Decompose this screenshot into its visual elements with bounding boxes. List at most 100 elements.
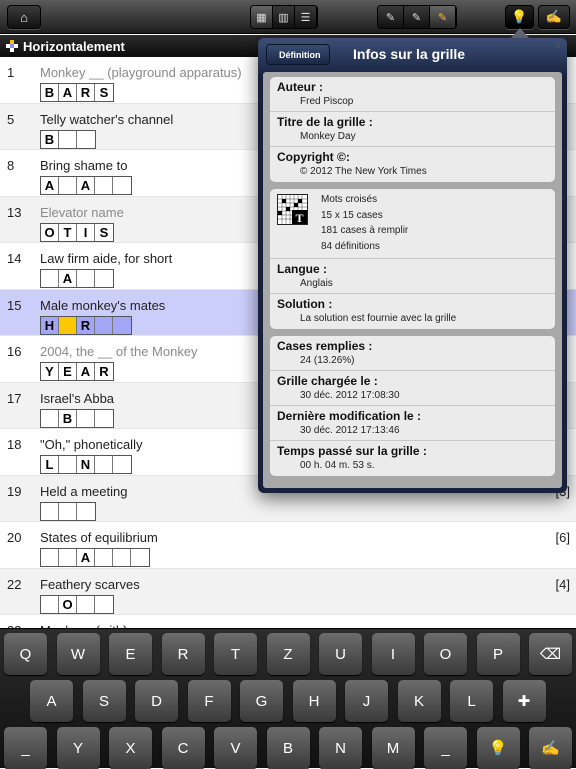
answer-cell[interactable] xyxy=(77,409,95,427)
key[interactable]: K xyxy=(397,680,441,722)
key[interactable]: Y xyxy=(56,727,100,769)
key[interactable]: H xyxy=(292,680,336,722)
answer-cell[interactable] xyxy=(77,270,95,287)
answer-cell[interactable]: B xyxy=(41,84,59,101)
answer-cells[interactable]: O xyxy=(40,594,114,614)
answer-cell[interactable] xyxy=(95,316,113,334)
list-view-icon[interactable]: ☰ xyxy=(295,6,317,28)
answer-cell[interactable]: O xyxy=(41,223,59,241)
key[interactable]: J xyxy=(345,680,388,722)
answer-cell[interactable]: O xyxy=(59,595,77,613)
answer-cell[interactable] xyxy=(131,549,149,566)
key[interactable]: ✚ xyxy=(502,680,546,722)
key[interactable]: R xyxy=(161,633,205,675)
key[interactable]: ⌫ xyxy=(529,633,572,675)
answer-cell[interactable]: B xyxy=(41,130,59,148)
key[interactable]: B xyxy=(266,727,310,769)
answer-cell[interactable]: A xyxy=(77,177,95,194)
answer-cell[interactable] xyxy=(59,177,77,194)
answer-cell[interactable]: A xyxy=(59,84,77,101)
key[interactable]: V xyxy=(214,727,257,769)
key[interactable]: G xyxy=(240,680,283,722)
key[interactable]: _ xyxy=(4,727,47,769)
key[interactable]: N xyxy=(319,727,362,769)
answer-cell[interactable] xyxy=(41,409,59,427)
answer-cell[interactable]: R xyxy=(77,84,95,101)
answer-cell[interactable]: A xyxy=(41,177,59,194)
answer-cell[interactable]: H xyxy=(41,316,59,334)
key[interactable]: D xyxy=(135,680,178,722)
answer-cell[interactable]: S xyxy=(95,223,113,241)
clue-row[interactable]: 22 Feathery scarves [4] O xyxy=(0,568,576,615)
key[interactable]: S xyxy=(82,680,126,722)
answer-cell[interactable]: L xyxy=(41,456,59,473)
answer-cell[interactable]: R xyxy=(77,316,95,334)
answer-cells[interactable]: LN xyxy=(40,455,132,474)
answer-cell[interactable] xyxy=(95,456,113,473)
answer-cell[interactable] xyxy=(113,316,131,334)
answer-cells[interactable] xyxy=(40,501,96,521)
answer-cells[interactable]: B xyxy=(40,408,114,428)
clue-row[interactable]: 23Monkeys (with) xyxy=(0,615,576,628)
answer-cell[interactable] xyxy=(59,549,77,566)
definition-back-button[interactable]: Définition xyxy=(266,44,330,65)
answer-cell[interactable]: I xyxy=(77,223,95,241)
answer-cell[interactable] xyxy=(59,316,77,334)
answer-cell[interactable] xyxy=(77,502,95,520)
key[interactable]: ✍ xyxy=(529,727,572,769)
key[interactable]: P xyxy=(476,633,520,675)
grid-view-icon[interactable]: ▦ xyxy=(251,6,273,28)
answer-cell[interactable]: N xyxy=(77,456,95,473)
answer-cell[interactable] xyxy=(77,130,95,148)
answer-cells[interactable]: AA xyxy=(40,176,132,195)
answer-cells[interactable]: OTIS xyxy=(40,222,114,242)
pencil-icon[interactable]: ✎ xyxy=(404,6,430,28)
key[interactable]: C xyxy=(161,727,205,769)
home-button[interactable]: ⌂ xyxy=(7,5,41,29)
answer-cells[interactable]: BARS xyxy=(40,83,114,102)
answer-cell[interactable]: E xyxy=(59,363,77,380)
answer-cell[interactable] xyxy=(113,549,131,566)
answer-cell[interactable] xyxy=(59,130,77,148)
key[interactable]: 💡 xyxy=(476,727,520,769)
answer-cell[interactable] xyxy=(41,270,59,287)
answer-cell[interactable]: A xyxy=(77,363,95,380)
hint-button[interactable]: 💡 xyxy=(505,5,534,29)
answer-cells[interactable]: A xyxy=(40,269,114,288)
answer-cell[interactable]: S xyxy=(95,84,113,101)
answer-cell[interactable] xyxy=(59,456,77,473)
key[interactable]: L xyxy=(450,680,493,722)
answer-cell[interactable] xyxy=(95,270,113,287)
answer-cell[interactable]: A xyxy=(77,549,95,566)
key[interactable]: O xyxy=(424,633,467,675)
answer-cell[interactable] xyxy=(77,595,95,613)
answer-cell[interactable]: A xyxy=(59,270,77,287)
pen-icon[interactable]: ✎ xyxy=(378,6,404,28)
key[interactable]: _ xyxy=(424,727,467,769)
answer-cell[interactable] xyxy=(113,177,131,194)
key[interactable]: Z xyxy=(266,633,310,675)
answer-cell[interactable] xyxy=(41,595,59,613)
key[interactable]: U xyxy=(319,633,362,675)
answer-cells[interactable]: YEAR xyxy=(40,362,114,381)
answer-cell[interactable] xyxy=(95,409,113,427)
key[interactable]: M xyxy=(371,727,415,769)
answer-cell[interactable]: T xyxy=(59,223,77,241)
answer-cells[interactable]: A xyxy=(40,548,150,567)
grid-list-view-icon[interactable]: ▥ xyxy=(273,6,295,28)
answer-cell[interactable] xyxy=(59,502,77,520)
key[interactable]: W xyxy=(56,633,100,675)
answer-cell[interactable] xyxy=(95,595,113,613)
key[interactable]: E xyxy=(109,633,152,675)
key[interactable]: T xyxy=(214,633,257,675)
answer-cell[interactable] xyxy=(41,549,59,566)
answer-cell[interactable] xyxy=(41,502,59,520)
close-icon[interactable]: x xyxy=(556,40,561,51)
answer-cells[interactable]: HR xyxy=(40,315,132,335)
key[interactable]: F xyxy=(187,680,231,722)
key[interactable]: A xyxy=(30,680,73,722)
key[interactable]: Q xyxy=(4,633,47,675)
answer-cell[interactable]: Y xyxy=(41,363,59,380)
clue-row[interactable]: 20 States of equilibrium [6] A xyxy=(0,522,576,569)
key[interactable]: I xyxy=(371,633,415,675)
